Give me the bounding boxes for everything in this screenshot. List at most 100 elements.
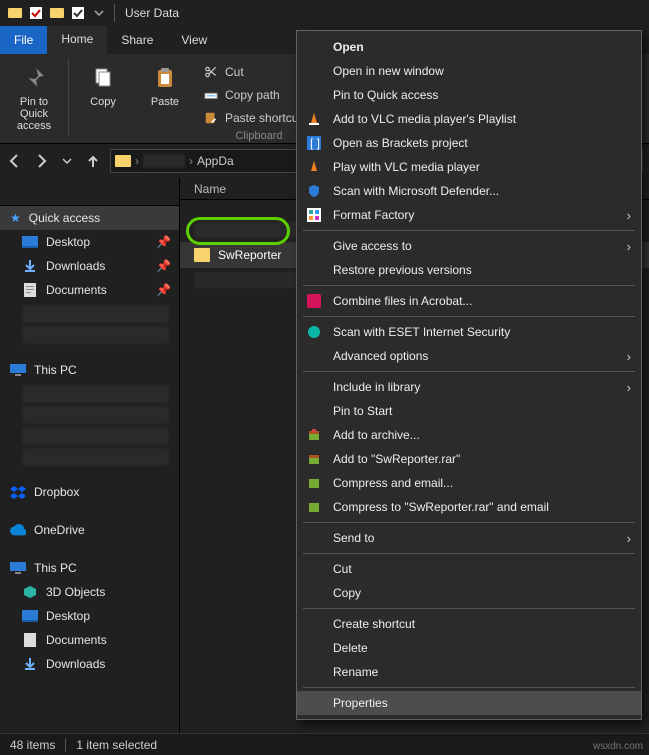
pc-icon xyxy=(10,560,26,576)
sidebar-item-3d-objects[interactable]: 3D Objects xyxy=(0,580,179,604)
onedrive-icon xyxy=(10,522,26,538)
qat-toggle-icon[interactable] xyxy=(72,7,84,19)
tab-home[interactable]: Home xyxy=(47,26,107,54)
copy-path-label: Copy path xyxy=(225,88,280,102)
ctx-format-factory[interactable]: Format Factory› xyxy=(297,203,641,227)
ctx-defender[interactable]: Scan with Microsoft Defender... xyxy=(297,179,641,203)
sidebar-label: Quick access xyxy=(29,211,100,225)
chevron-right-icon: › xyxy=(627,239,631,254)
vlc-icon xyxy=(305,158,323,176)
sidebar-item-label: Desktop xyxy=(46,609,90,623)
brackets-icon: [ ] xyxy=(305,134,323,152)
sidebar-label: Dropbox xyxy=(34,485,79,499)
sidebar-item-downloads-2[interactable]: Downloads xyxy=(0,652,179,676)
sidebar-label: This PC xyxy=(34,363,77,377)
status-bar: 48 items 1 item selected xyxy=(0,733,649,755)
pin-icon: 📌 xyxy=(156,259,171,273)
pin-quick-access-button[interactable]: Pin to Quick access xyxy=(6,58,62,132)
window-title: User Data xyxy=(125,6,179,20)
ctx-add-archive[interactable]: Add to archive... xyxy=(297,423,641,447)
ctx-copy[interactable]: Copy xyxy=(297,581,641,605)
ctx-rename[interactable]: Rename xyxy=(297,660,641,684)
redacted-item xyxy=(22,427,169,445)
ctx-brackets[interactable]: [ ]Open as Brackets project xyxy=(297,131,641,155)
acrobat-icon xyxy=(305,292,323,310)
forward-button[interactable] xyxy=(32,152,50,170)
separator xyxy=(65,738,66,752)
properties-qat-icon[interactable] xyxy=(30,7,42,19)
recent-dropdown-icon[interactable] xyxy=(58,152,76,170)
chevron-right-icon[interactable]: › xyxy=(189,154,193,168)
ctx-advanced[interactable]: Advanced options› xyxy=(297,344,641,368)
redacted-item xyxy=(22,326,169,344)
tab-file[interactable]: File xyxy=(0,26,47,54)
ctx-open-new-window[interactable]: Open in new window xyxy=(297,59,641,83)
paste-shortcut-icon xyxy=(203,110,219,126)
ctx-delete[interactable]: Delete xyxy=(297,636,641,660)
ctx-compress-rar-email[interactable]: Compress to "SwReporter.rar" and email xyxy=(297,495,641,519)
sidebar-item-label: Documents xyxy=(46,633,107,647)
separator xyxy=(303,230,635,231)
separator xyxy=(303,371,635,372)
eset-icon xyxy=(305,323,323,341)
paste-button[interactable]: Paste xyxy=(137,58,193,108)
sidebar-this-pc[interactable]: This PC xyxy=(0,556,179,580)
ctx-vlc-playlist[interactable]: Add to VLC media player's Playlist xyxy=(297,107,641,131)
pin-icon xyxy=(19,64,49,92)
ctx-create-shortcut[interactable]: Create shortcut xyxy=(297,612,641,636)
chevron-right-icon: › xyxy=(627,531,631,546)
breadcrumb-segment[interactable]: AppDa xyxy=(197,154,234,168)
sidebar-label: This PC xyxy=(34,561,77,575)
sidebar-item-documents-2[interactable]: Documents xyxy=(0,628,179,652)
format-factory-icon xyxy=(305,206,323,224)
ctx-restore[interactable]: Restore previous versions xyxy=(297,258,641,282)
new-folder-qat-icon[interactable] xyxy=(48,4,66,22)
sidebar-onedrive[interactable]: OneDrive xyxy=(0,518,179,542)
title-bar: User Data xyxy=(0,0,649,26)
separator xyxy=(303,522,635,523)
ctx-pin-quick[interactable]: Pin to Quick access xyxy=(297,83,641,107)
ctx-properties[interactable]: Properties xyxy=(297,691,641,715)
ctx-cut[interactable]: Cut xyxy=(297,557,641,581)
copy-button[interactable]: Copy xyxy=(75,58,131,108)
qat-dropdown-icon[interactable] xyxy=(90,4,108,22)
pc-icon xyxy=(10,362,26,378)
ctx-compress-email[interactable]: Compress and email... xyxy=(297,471,641,495)
ctx-eset[interactable]: Scan with ESET Internet Security xyxy=(297,320,641,344)
column-name[interactable]: Name xyxy=(180,182,226,196)
shield-icon xyxy=(305,182,323,200)
ctx-open[interactable]: Open xyxy=(297,35,641,59)
paste-icon xyxy=(150,64,180,92)
dropbox-icon xyxy=(10,484,26,500)
navigation-pane: ★ Quick access Desktop 📌 Downloads 📌 Doc… xyxy=(0,178,180,733)
downloads-icon xyxy=(22,258,38,274)
sidebar-dropbox[interactable]: Dropbox xyxy=(0,480,179,504)
up-button[interactable] xyxy=(84,152,102,170)
sidebar-item-desktop[interactable]: Desktop 📌 xyxy=(0,230,179,254)
ctx-add-rar[interactable]: Add to "SwReporter.rar" xyxy=(297,447,641,471)
paste-shortcut-label: Paste shortcut xyxy=(225,111,302,125)
sidebar-item-documents[interactable]: Documents 📌 xyxy=(0,278,179,302)
sidebar-item-label: Downloads xyxy=(46,259,105,273)
sidebar-item-downloads[interactable]: Downloads 📌 xyxy=(0,254,179,278)
svg-text:[ ]: [ ] xyxy=(310,136,320,150)
ctx-give-access[interactable]: Give access to› xyxy=(297,234,641,258)
ctx-send-to[interactable]: Send to› xyxy=(297,526,641,550)
redacted-segment xyxy=(143,154,185,168)
sidebar-quick-access[interactable]: ★ Quick access xyxy=(0,206,179,230)
ctx-include-library[interactable]: Include in library› xyxy=(297,375,641,399)
sidebar-this-pc-top[interactable]: This PC xyxy=(0,358,179,382)
ctx-pin-start[interactable]: Pin to Start xyxy=(297,399,641,423)
desktop-icon xyxy=(22,608,38,624)
cut-label: Cut xyxy=(225,65,244,79)
status-item-count: 48 items xyxy=(10,738,55,752)
tab-share[interactable]: Share xyxy=(107,26,167,54)
tab-view[interactable]: View xyxy=(167,26,221,54)
chevron-right-icon[interactable]: › xyxy=(135,154,139,168)
ctx-acrobat[interactable]: Combine files in Acrobat... xyxy=(297,289,641,313)
paste-label: Paste xyxy=(151,96,179,108)
sidebar-item-desktop-2[interactable]: Desktop xyxy=(0,604,179,628)
sidebar-item-label: 3D Objects xyxy=(46,585,105,599)
back-button[interactable] xyxy=(6,152,24,170)
ctx-vlc-play[interactable]: Play with VLC media player xyxy=(297,155,641,179)
